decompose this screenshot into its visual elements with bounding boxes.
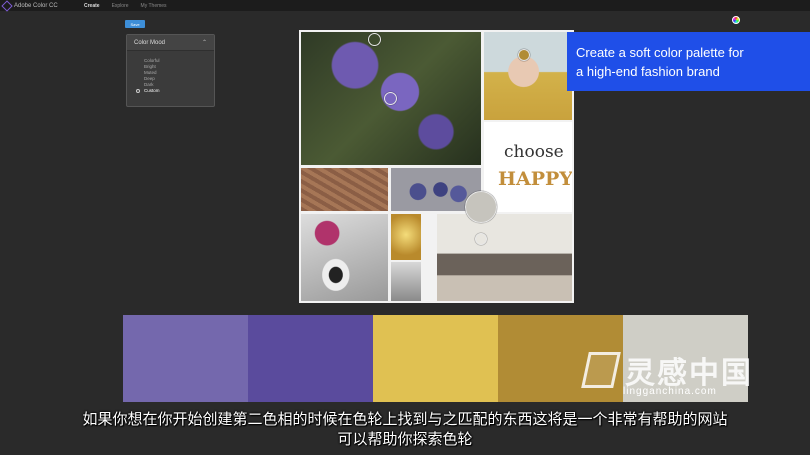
callout-line-2: a high-end fashion brand: [576, 63, 720, 79]
photo-silver-gradient: [391, 262, 421, 301]
watermark-url: lingganchina.com: [623, 386, 717, 397]
color-mood-panel: Color Mood ⌃ Colorful Bright Muted Deep …: [126, 34, 215, 107]
mood-option-custom[interactable]: Custom: [136, 88, 214, 94]
moodboard-image: choose HAPPY: [299, 30, 574, 303]
swatch-purple[interactable]: [248, 315, 373, 402]
color-picker-handle[interactable]: [368, 33, 381, 46]
color-mood-options: Colorful Bright Muted Deep Dark Custom: [127, 51, 214, 94]
radio-icon[interactable]: [136, 89, 140, 93]
photo-wood-texture: [301, 168, 388, 211]
photo-coffee-newspaper: [301, 214, 388, 301]
color-picker-handle[interactable]: [384, 92, 397, 105]
subtitle-line-2: 可以帮助你探索色轮: [337, 430, 473, 448]
color-picker-handle[interactable]: [465, 191, 497, 223]
subtitle-line-1: 如果你想在你开始创建第二色相的时候在色轮上找到与之匹配的东西这将是一个非常有帮助…: [82, 410, 728, 428]
callout-line-1: Create a soft color palette for: [576, 44, 744, 60]
app-title: Adobe Color CC: [14, 2, 58, 9]
photo-gold-bokeh: [391, 214, 421, 260]
mood-option-custom-label: Custom: [144, 88, 160, 93]
photo-living-room: [437, 214, 572, 301]
swatch-lavender[interactable]: [123, 315, 248, 402]
nav-explore[interactable]: Explore: [112, 3, 129, 9]
color-picker-handle[interactable]: [518, 49, 530, 61]
top-bar: Adobe Color CC Create Explore My Themes: [0, 0, 810, 11]
adobe-color-logo-icon: [2, 1, 11, 10]
chevron-up-icon[interactable]: ⌃: [202, 39, 207, 46]
save-button[interactable]: Save: [125, 20, 145, 28]
color-picker-handle[interactable]: [475, 233, 487, 245]
watermark-logo-icon: [581, 352, 621, 388]
color-mood-header[interactable]: Color Mood ⌃: [127, 35, 214, 51]
color-wheel-icon[interactable]: [732, 16, 740, 24]
swatch-yellow[interactable]: [373, 315, 498, 402]
nav-create[interactable]: Create: [84, 3, 100, 9]
nav-my-themes[interactable]: My Themes: [141, 3, 167, 9]
photo-choose-happy-mug: choose HAPPY: [484, 122, 572, 212]
mug-text-choose: choose: [504, 142, 564, 162]
mug-text-happy: HAPPY: [498, 168, 572, 190]
callout-banner: Create a soft color palette for a high-e…: [567, 32, 810, 91]
color-mood-title: Color Mood: [134, 39, 166, 46]
photo-woman-yellow-hat: [484, 32, 572, 120]
